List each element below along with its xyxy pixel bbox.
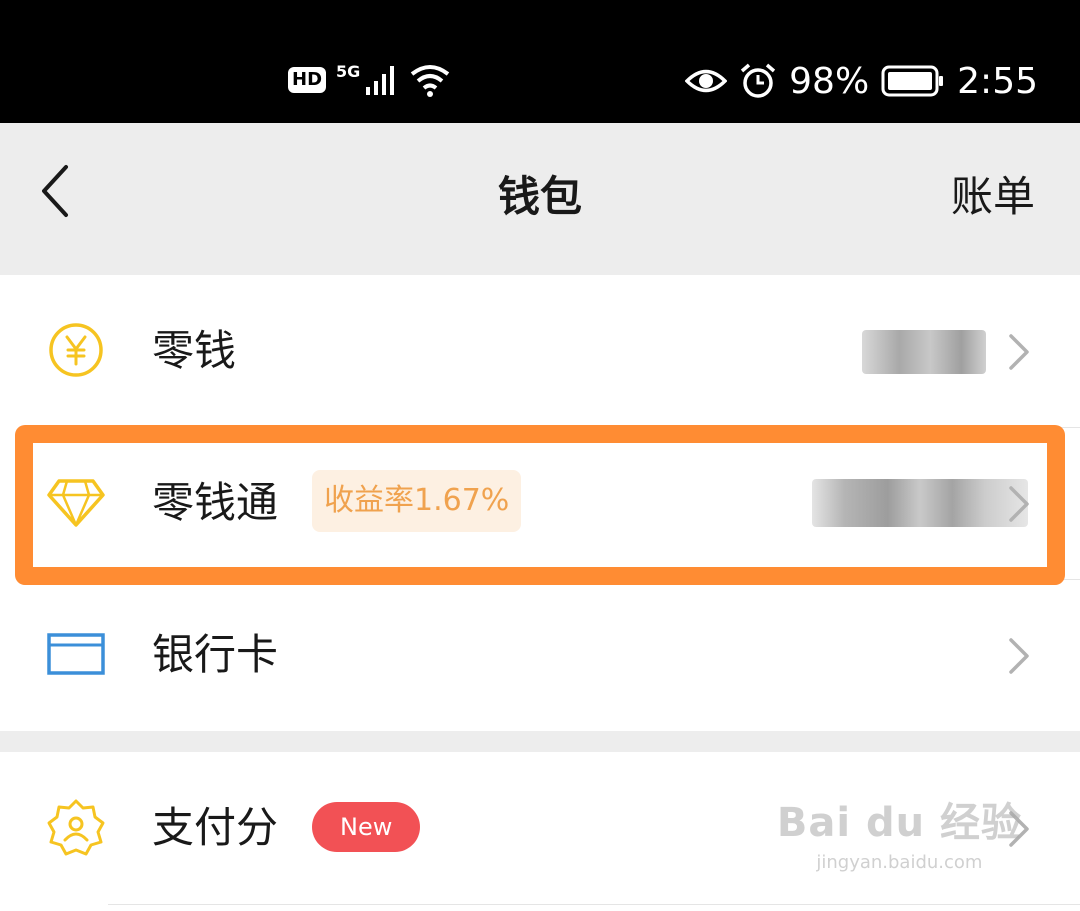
eye-icon	[685, 69, 728, 93]
alarm-icon	[741, 63, 776, 98]
wifi-icon	[411, 65, 450, 97]
watermark-url: jingyan.baidu.com	[816, 852, 983, 873]
yuan-coin-icon	[49, 323, 103, 377]
divider	[108, 904, 1080, 905]
hidden-balance	[862, 330, 986, 374]
chevron-right-icon	[1009, 638, 1029, 674]
status-right: 98% 2:55	[685, 56, 1038, 106]
list-item-change[interactable]: 零钱	[0, 275, 1080, 427]
hd-icon: HD	[288, 67, 327, 93]
list-item-label: 银行卡	[152, 630, 279, 679]
baidu-watermark: Bai du 经验 jingyan.baidu.com	[777, 790, 1022, 873]
network-label: 5G	[336, 61, 361, 81]
bank-card-icon	[47, 633, 105, 675]
highlight-frame	[15, 425, 1065, 585]
list-item-bank-card[interactable]: 银行卡	[0, 579, 1080, 731]
status-left: HD 5G	[288, 58, 452, 102]
new-badge: New	[312, 802, 421, 852]
chevron-right-icon	[1009, 334, 1029, 370]
clock-time: 2:55	[957, 60, 1038, 102]
bill-button[interactable]: 账单	[951, 163, 1035, 224]
status-bar: HD 5G 98% 2:55	[0, 0, 1080, 123]
page-title: 钱包	[497, 172, 582, 221]
badge-user-icon	[47, 799, 105, 856]
battery-icon	[881, 65, 944, 97]
list-item-label: 零钱	[152, 326, 237, 375]
battery-percent: 98%	[789, 60, 870, 102]
nav-bar: 钱包 账单	[0, 123, 1080, 275]
watermark-brand: Bai du 经验	[776, 800, 1022, 846]
list-item-label: 支付分	[152, 803, 279, 852]
signal-icon	[366, 66, 395, 95]
